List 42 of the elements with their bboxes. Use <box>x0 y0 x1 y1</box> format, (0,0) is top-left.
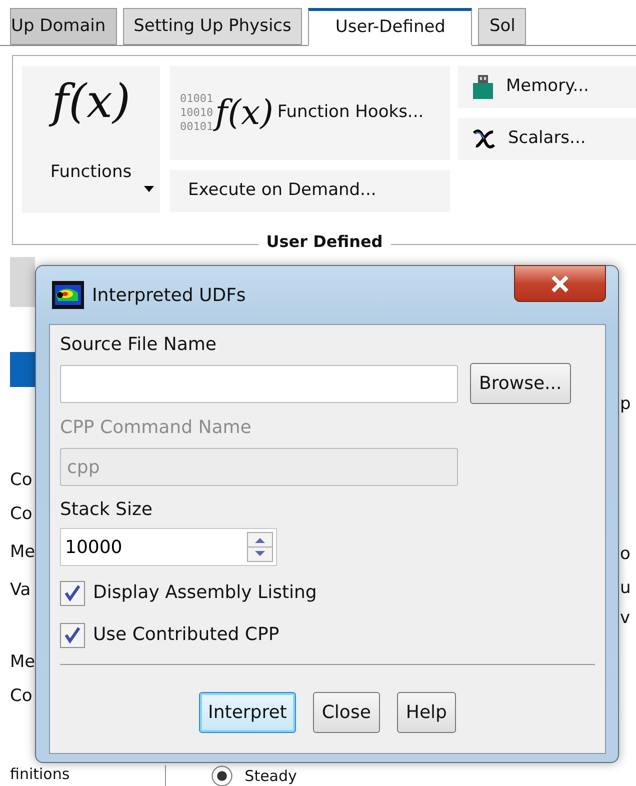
field-label: Source File Name <box>60 333 218 357</box>
radio-button[interactable] <box>210 765 233 786</box>
text-fragment: Co <box>10 685 34 707</box>
text-fragment: u <box>620 577 631 599</box>
checkbox[interactable] <box>60 580 85 606</box>
browse-button[interactable]: Browse... <box>470 363 571 404</box>
selected-row <box>10 352 35 387</box>
functions-button[interactable]: f(x) Functions <box>22 66 160 213</box>
checkbox-label: Display Assembly Listing <box>93 581 317 605</box>
text-fragment: o <box>620 543 630 565</box>
caret-icon <box>144 186 154 192</box>
dialog-button[interactable]: Close <box>312 692 380 733</box>
text-fragment: finitions <box>10 765 70 783</box>
field-label: Stack Size <box>60 498 154 522</box>
script-x-icon <box>472 129 496 149</box>
text-fragment: v <box>620 607 630 629</box>
dialog-button[interactable]: Help <box>396 692 456 733</box>
field-label: CPP Command Name <box>60 416 252 440</box>
panel-header <box>10 257 35 307</box>
text-fragment: Va <box>10 579 32 601</box>
usb-stick-icon <box>472 75 494 99</box>
text-fragment: Me <box>10 541 35 563</box>
memory-button[interactable]: Memory... <box>458 66 636 108</box>
ribbon-tab[interactable]: Setting Up Physics <box>122 8 302 45</box>
text-fragment: p <box>620 393 631 415</box>
input-field[interactable] <box>60 364 458 402</box>
scalars-button[interactable]: Scalars... <box>458 118 636 160</box>
checkbox[interactable] <box>60 622 85 648</box>
close-icon <box>550 274 570 292</box>
window-title: Interpreted UDFs <box>92 284 246 308</box>
execute-on-demand-button[interactable]: Execute on Demand... <box>170 170 450 212</box>
dialog-button[interactable]: Interpret <box>199 692 296 733</box>
text-fragment: Co <box>10 469 34 491</box>
radio-label: Steady <box>244 767 297 785</box>
ribbon-tab[interactable]: Sol <box>478 8 526 45</box>
ribbon-tab[interactable]: Up Domain <box>10 8 117 45</box>
checkbox-label: Use Contributed CPP <box>93 623 280 647</box>
text-fragment: Co <box>10 503 34 525</box>
app-icon <box>52 281 84 309</box>
ribbon-tab[interactable]: User-Defined <box>308 8 472 46</box>
text-fragment: Me <box>10 651 35 673</box>
close-button[interactable] <box>514 265 606 302</box>
